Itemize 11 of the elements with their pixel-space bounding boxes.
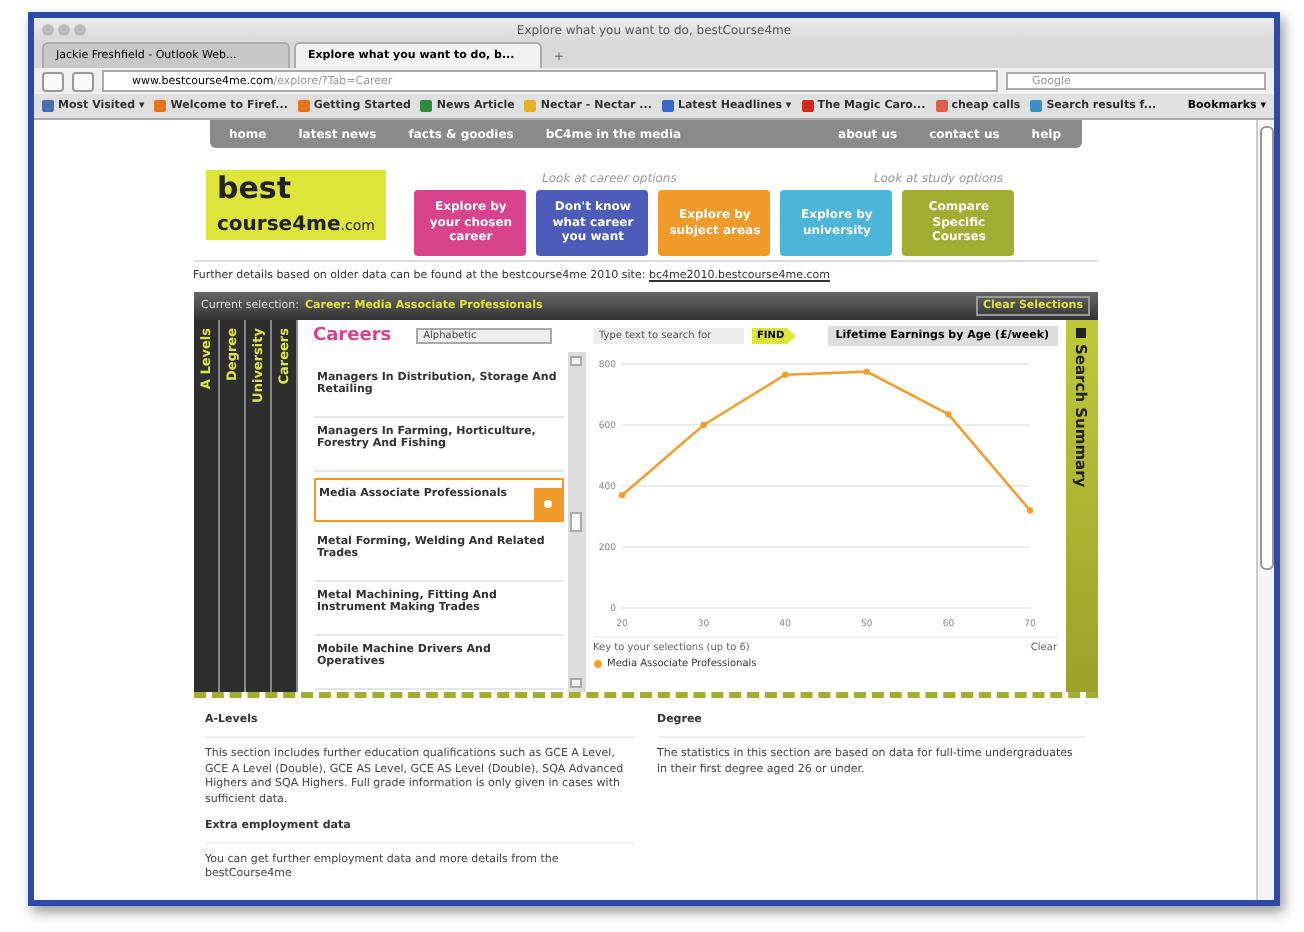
forward-button[interactable] — [72, 71, 94, 91]
data-point — [862, 368, 869, 375]
list-scrollbar[interactable] — [567, 352, 585, 692]
scrollbar-thumb[interactable] — [1259, 126, 1273, 570]
data-point — [781, 371, 788, 378]
data-point — [944, 411, 951, 418]
data-point — [617, 491, 625, 499]
careers-title: Careers — [313, 326, 392, 346]
data-point — [1025, 507, 1033, 514]
back-button[interactable] — [42, 71, 64, 91]
data-point — [699, 421, 706, 429]
